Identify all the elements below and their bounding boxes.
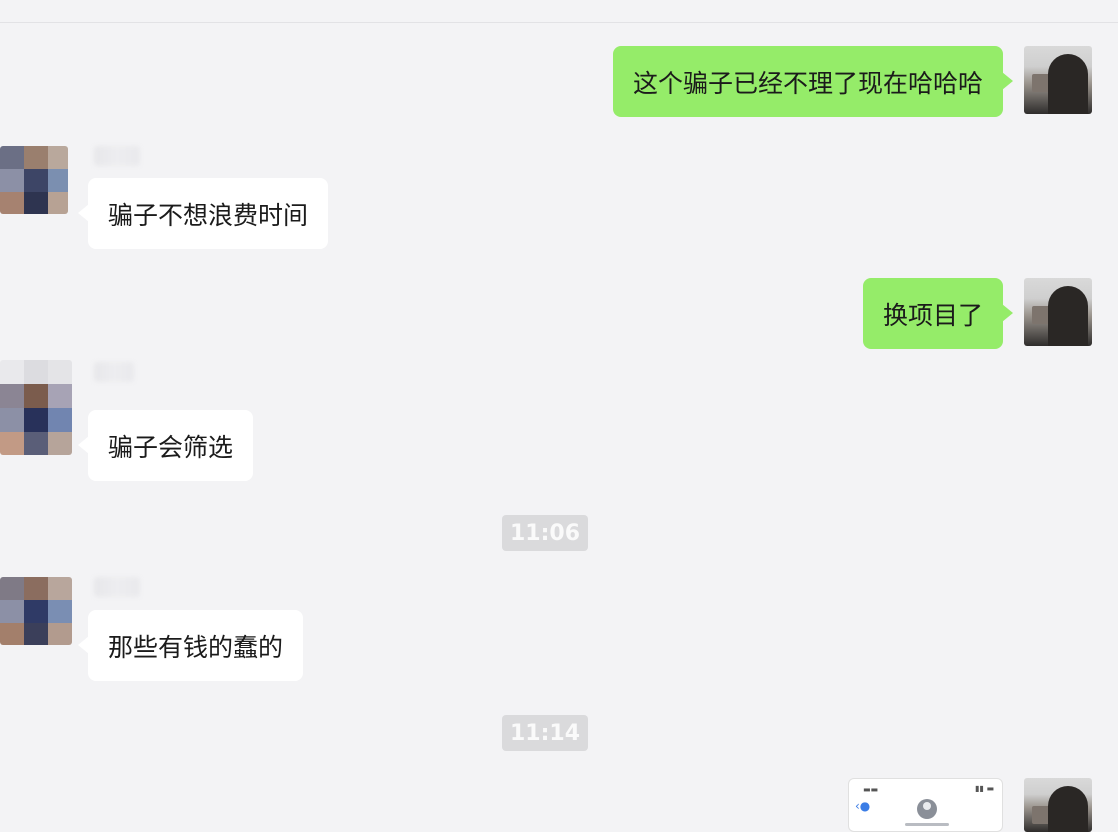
my-avatar[interactable] bbox=[1024, 46, 1092, 114]
sent-image-message[interactable]: ▬▬ ▮▮ ▬ ‹● bbox=[848, 778, 1003, 832]
timestamp-badge: 11:14 bbox=[502, 715, 588, 751]
back-arrow-icon: ‹● bbox=[855, 799, 871, 813]
message-text: 那些有钱的蠢的 bbox=[108, 632, 284, 662]
sent-message-bubble[interactable]: 换项目了 bbox=[862, 278, 1014, 349]
received-message-bubble[interactable]: 骗子会筛选 bbox=[77, 410, 254, 481]
thumbnail-caption-line bbox=[905, 823, 949, 826]
message-text: 这个骗子已经不理了现在哈哈哈 bbox=[632, 68, 983, 98]
sent-message-bubble[interactable]: 这个骗子已经不理了现在哈哈哈 bbox=[612, 46, 1014, 117]
contact-name-blurred bbox=[94, 146, 140, 166]
timestamp-badge: 11:06 bbox=[502, 515, 588, 551]
thumbnail-status-icons: ▮▮ ▬ bbox=[975, 784, 994, 793]
thumbnail-status-bar: ▬▬ bbox=[863, 785, 879, 794]
contact-name-blurred bbox=[94, 577, 140, 597]
message-text: 换项目了 bbox=[882, 300, 983, 330]
contact-avatar[interactable] bbox=[0, 577, 72, 645]
contact-avatar[interactable] bbox=[0, 146, 68, 214]
person-icon bbox=[917, 799, 937, 819]
message-text: 骗子不想浪费时间 bbox=[108, 200, 309, 230]
header-divider bbox=[0, 22, 1118, 23]
my-avatar[interactable] bbox=[1024, 778, 1092, 832]
contact-avatar[interactable] bbox=[0, 360, 72, 455]
message-text: 骗子会筛选 bbox=[108, 432, 234, 462]
received-message-bubble[interactable]: 骗子不想浪费时间 bbox=[77, 178, 329, 249]
my-avatar[interactable] bbox=[1024, 278, 1092, 346]
received-message-bubble[interactable]: 那些有钱的蠢的 bbox=[77, 610, 304, 681]
contact-name-blurred bbox=[94, 362, 134, 382]
